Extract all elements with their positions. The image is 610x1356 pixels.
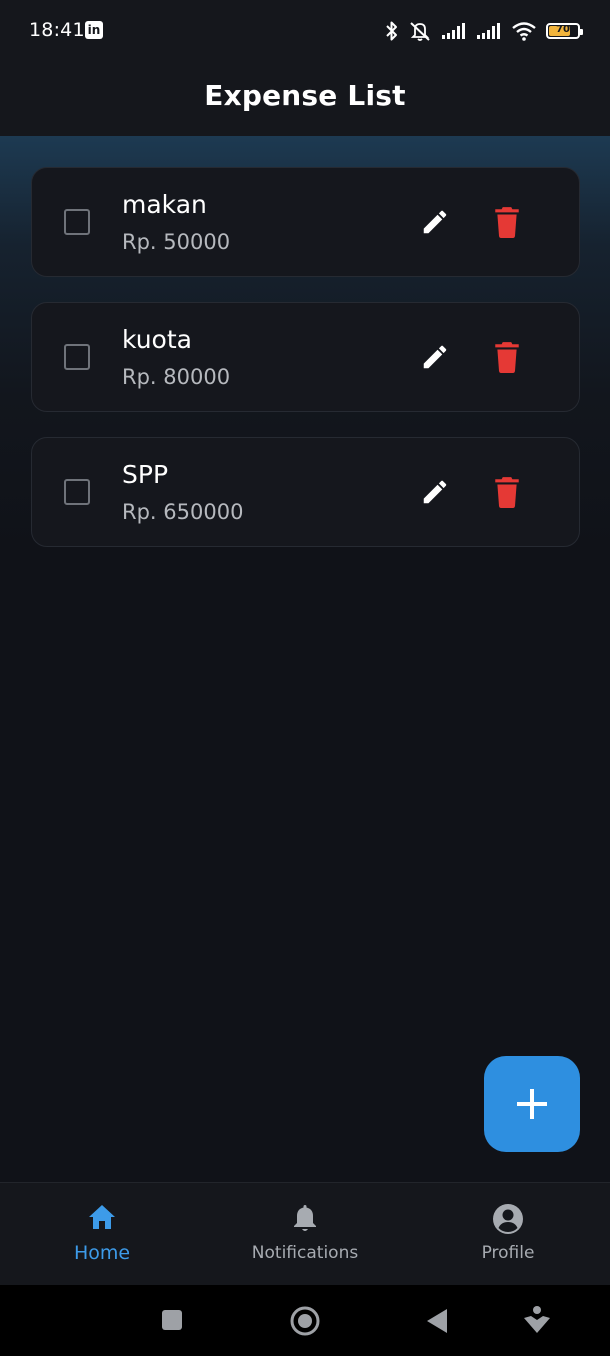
- status-time: 18:41: [29, 19, 85, 41]
- app-bar: Expense List: [0, 60, 610, 136]
- wifi-icon: [512, 22, 536, 41]
- expense-checkbox[interactable]: [64, 479, 90, 505]
- expense-name: kuota: [122, 325, 192, 354]
- delete-icon[interactable]: [494, 476, 520, 508]
- recents-icon[interactable]: [161, 1309, 183, 1331]
- bluetooth-icon: [386, 21, 397, 41]
- expense-amount: Rp. 650000: [122, 500, 244, 524]
- home-button-icon[interactable]: [289, 1305, 321, 1337]
- signal-icon: [442, 23, 465, 39]
- nav-notifications-label: Notifications: [251, 1243, 359, 1263]
- account-circle-icon: [493, 1204, 523, 1234]
- expense-checkbox[interactable]: [64, 344, 90, 370]
- assistant-icon[interactable]: [522, 1305, 552, 1335]
- delete-icon[interactable]: [494, 206, 520, 238]
- expense-amount: Rp. 80000: [122, 365, 231, 389]
- battery-tip: [580, 29, 583, 35]
- bell-icon: [294, 1205, 316, 1231]
- edit-icon[interactable]: [420, 207, 450, 237]
- system-navigation-bar: [0, 1285, 610, 1356]
- expense-card: makan Rp. 50000: [31, 167, 580, 277]
- edit-icon[interactable]: [420, 477, 450, 507]
- nav-profile-label: Profile: [481, 1243, 535, 1263]
- home-icon: [89, 1205, 115, 1229]
- status-bar: 18:41 in 70: [0, 0, 610, 60]
- expense-card: SPP Rp. 650000: [31, 437, 580, 547]
- linkedin-icon: in: [85, 21, 103, 39]
- bottom-navigation: Home Notifications Profile: [0, 1182, 610, 1285]
- expense-checkbox[interactable]: [64, 209, 90, 235]
- expense-amount: Rp. 50000: [122, 230, 231, 254]
- nav-notifications[interactable]: Notifications: [240, 1183, 370, 1286]
- nav-profile[interactable]: Profile: [458, 1183, 558, 1286]
- back-icon[interactable]: [426, 1308, 448, 1334]
- expense-card: kuota Rp. 80000: [31, 302, 580, 412]
- silent-icon: [410, 22, 430, 41]
- battery-level: 70: [556, 24, 570, 35]
- page-title: Expense List: [204, 79, 406, 112]
- add-expense-button[interactable]: [484, 1056, 580, 1152]
- nav-home-label: Home: [73, 1242, 131, 1264]
- app-screen: 18:41 in 70 Expense List makan Rp. 50000…: [0, 0, 610, 1356]
- nav-home[interactable]: Home: [52, 1183, 152, 1286]
- status-icons: 70: [385, 18, 583, 44]
- plus-icon: [517, 1089, 547, 1119]
- signal-icon: [477, 23, 500, 39]
- expense-name: SPP: [122, 460, 169, 489]
- edit-icon[interactable]: [420, 342, 450, 372]
- expense-name: makan: [122, 190, 207, 219]
- battery-icon: 70: [546, 23, 583, 39]
- delete-icon[interactable]: [494, 341, 520, 373]
- expense-list: makan Rp. 50000 kuota Rp. 80000 SPP Rp. …: [0, 136, 610, 1182]
